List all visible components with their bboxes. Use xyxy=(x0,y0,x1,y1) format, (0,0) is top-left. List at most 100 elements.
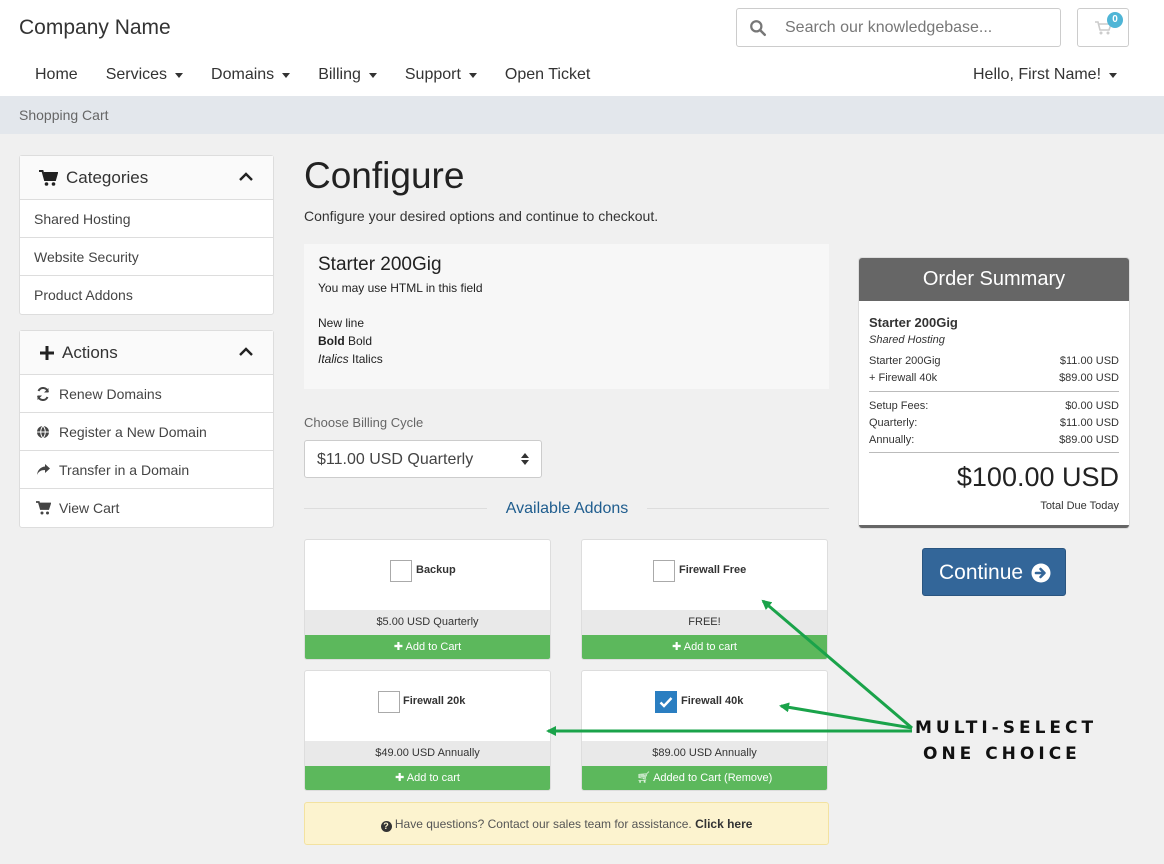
summary-fee-label: Annually: xyxy=(869,434,915,446)
addon-card-backup[interactable]: Backup $5.00 USD Quarterly ✚ Add to Cart xyxy=(304,539,551,660)
addon-price: $49.00 USD Annually xyxy=(305,741,550,766)
page-title: Configure xyxy=(304,155,465,196)
summary-line-value: $89.00 USD xyxy=(1059,372,1119,384)
top-bar: Company Name 0 Home Services Domains Bil… xyxy=(0,0,1164,96)
addon-name: Backup xyxy=(416,564,456,576)
billing-cycle-value: $11.00 USD Quarterly xyxy=(317,451,474,468)
addon-card-firewall-20k[interactable]: Firewall 20k $49.00 USD Annually ✚ Add t… xyxy=(304,670,551,791)
question-circle-icon: ? xyxy=(380,821,392,832)
plus-icon: ✚ xyxy=(395,772,407,784)
cart-icon xyxy=(39,170,58,186)
button-label: Add to cart xyxy=(683,641,737,653)
order-summary-title: Order Summary xyxy=(859,258,1129,301)
actions-header[interactable]: Actions xyxy=(20,331,273,375)
arrow-circle-right-icon xyxy=(1031,563,1051,583)
summary-line-value: $11.00 USD xyxy=(1059,355,1119,367)
categories-panel: Categories Shared Hosting Website Securi… xyxy=(19,155,274,315)
nav-services-label: Services xyxy=(105,66,168,83)
action-renew-domains[interactable]: Renew Domains xyxy=(20,375,273,413)
select-arrows-icon xyxy=(521,453,529,465)
action-view-cart[interactable]: View Cart xyxy=(20,489,273,527)
product-desc-line: New line xyxy=(318,316,365,330)
nav-home-label: Home xyxy=(35,66,78,83)
product-desc-line: You may use HTML in this field xyxy=(318,281,483,295)
addon-checkbox[interactable] xyxy=(653,560,675,582)
nav-domains[interactable]: Domains xyxy=(211,66,291,84)
help-link[interactable]: Click here xyxy=(695,817,752,831)
remove-from-cart-button[interactable]: 🛒︎ Added to Cart (Remove) xyxy=(582,766,827,790)
continue-button[interactable]: Continue xyxy=(922,548,1066,596)
caret-down-icon xyxy=(175,72,184,78)
add-to-cart-button[interactable]: ✚ Add to Cart xyxy=(305,635,550,659)
nav-open-ticket-label: Open Ticket xyxy=(504,66,591,83)
category-label: Product Addons xyxy=(34,287,133,303)
plus-icon: ✚ xyxy=(393,641,406,653)
help-text: Have questions? Contact our sales team f… xyxy=(394,817,692,831)
addon-price: FREE! xyxy=(582,610,827,635)
nav-home[interactable]: Home xyxy=(35,66,78,84)
category-shared-hosting[interactable]: Shared Hosting xyxy=(20,200,273,238)
action-register-domain[interactable]: Register a New Domain xyxy=(20,413,273,451)
addon-name: Firewall 20k xyxy=(403,695,466,707)
caret-down-icon xyxy=(468,72,477,78)
nav-support[interactable]: Support xyxy=(405,66,477,84)
summary-fee-label: Setup Fees: xyxy=(869,400,929,412)
user-greeting: Hello, First Name! xyxy=(973,66,1102,83)
cart-button[interactable]: 0 xyxy=(1077,8,1129,47)
category-product-addons[interactable]: Product Addons xyxy=(20,276,273,314)
nav-billing-label: Billing xyxy=(318,66,361,83)
addon-checkbox[interactable] xyxy=(378,691,400,713)
caret-down-icon xyxy=(368,72,377,78)
addon-card-firewall-40k[interactable]: Firewall 40k $89.00 USD Annually 🛒︎ Adde… xyxy=(581,670,828,791)
addon-name: Firewall Free xyxy=(679,564,747,576)
addon-checkbox-checked[interactable] xyxy=(655,691,677,713)
breadcrumb-item[interactable]: Shopping Cart xyxy=(19,107,109,123)
nav-support-label: Support xyxy=(404,66,461,83)
nav-open-ticket[interactable]: Open Ticket xyxy=(505,66,590,84)
summary-fee-value: $11.00 USD xyxy=(1059,417,1119,429)
user-menu[interactable]: Hello, First Name! xyxy=(973,66,1118,84)
nav-billing[interactable]: Billing xyxy=(318,66,377,84)
chevron-up-icon[interactable] xyxy=(239,347,253,357)
italic-text: Italics xyxy=(318,352,349,366)
plus-icon: ✚ xyxy=(672,641,684,653)
plain-text: Italics xyxy=(348,352,383,366)
billing-cycle-select[interactable]: $11.00 USD Quarterly xyxy=(304,440,542,478)
company-logo[interactable]: Company Name xyxy=(19,16,171,40)
plain-text: Bold xyxy=(344,334,373,348)
add-to-cart-button[interactable]: ✚ Add to cart xyxy=(305,766,550,790)
action-label: View Cart xyxy=(59,500,120,516)
action-transfer-domain[interactable]: Transfer in a Domain xyxy=(20,451,273,489)
nav-domains-label: Domains xyxy=(211,66,275,83)
summary-total-label: Total Due Today xyxy=(1040,500,1119,512)
categories-title: Categories xyxy=(66,168,149,187)
summary-divider xyxy=(869,391,1119,392)
checkmark-icon xyxy=(659,697,673,708)
summary-product-group: Shared Hosting xyxy=(869,334,945,346)
button-label: Added to Cart (Remove) xyxy=(653,772,773,784)
action-label: Transfer in a Domain xyxy=(59,462,190,478)
help-banner: ? Have questions? Contact our sales team… xyxy=(304,802,829,845)
category-website-security[interactable]: Website Security xyxy=(20,238,273,276)
share-arrow-icon xyxy=(37,464,50,475)
search-input[interactable] xyxy=(785,15,1045,41)
add-to-cart-button[interactable]: ✚ Add to cart xyxy=(582,635,827,659)
product-desc-line: Bold Bold xyxy=(318,334,372,348)
category-label: Website Security xyxy=(34,249,139,265)
categories-header[interactable]: Categories xyxy=(20,156,273,200)
cart-icon: 🛒︎ xyxy=(636,772,654,784)
summary-line-label: Starter 200Gig xyxy=(869,355,941,367)
product-name: Starter 200Gig xyxy=(318,254,442,275)
main-nav: Home Services Domains Billing Support Op… xyxy=(35,66,618,84)
continue-label: Continue xyxy=(939,561,1024,584)
caret-down-icon xyxy=(282,72,291,78)
action-label: Renew Domains xyxy=(59,386,162,402)
annotation-label: MULTI-SELECT xyxy=(915,718,1098,738)
addon-checkbox[interactable] xyxy=(390,560,412,582)
search-box[interactable] xyxy=(736,8,1061,47)
nav-services[interactable]: Services xyxy=(105,66,184,84)
chevron-up-icon[interactable] xyxy=(239,172,253,182)
addon-name: Firewall 40k xyxy=(681,695,744,707)
summary-divider xyxy=(869,452,1119,453)
addon-card-firewall-free[interactable]: Firewall Free FREE! ✚ Add to cart xyxy=(581,539,828,660)
